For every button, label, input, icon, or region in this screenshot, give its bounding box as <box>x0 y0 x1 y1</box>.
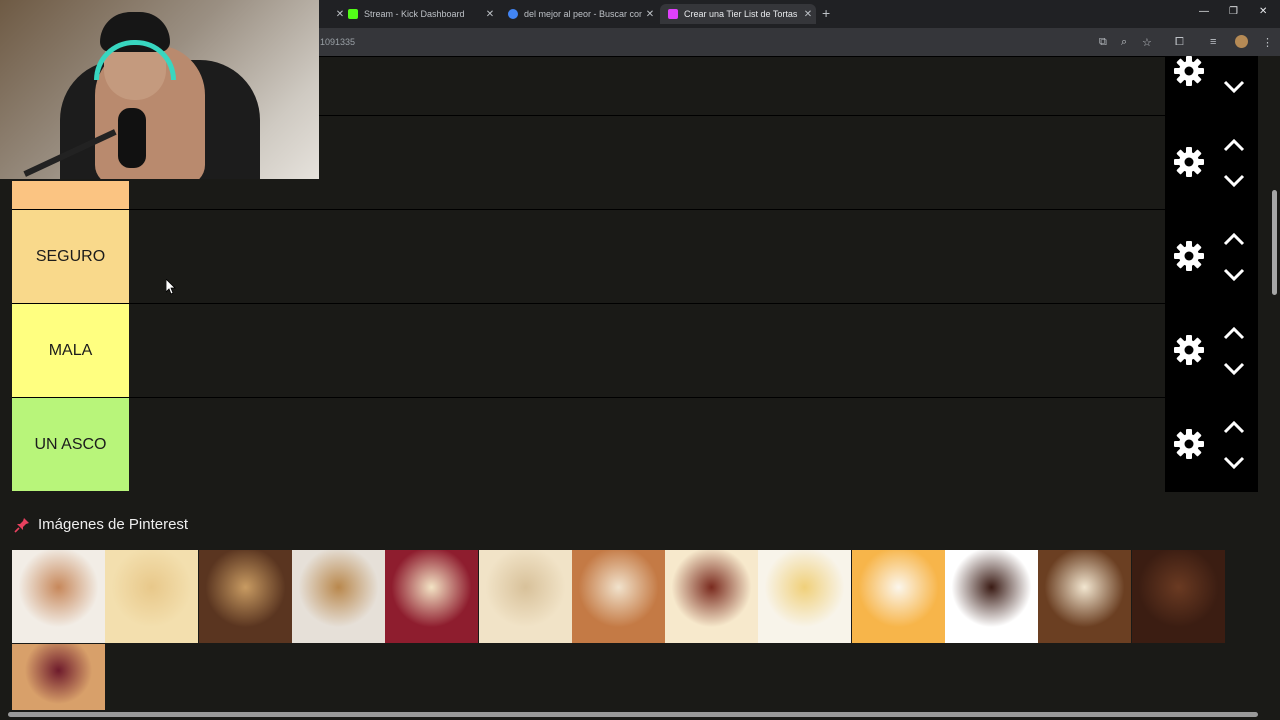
pinterest-image-black-forest-cake[interactable] <box>945 550 1038 643</box>
new-tab-button[interactable]: + <box>822 5 830 21</box>
gear-icon[interactable] <box>1173 240 1205 272</box>
chevron-down-icon[interactable] <box>1223 80 1245 94</box>
close-icon[interactable]: ✕ <box>482 9 498 20</box>
pinterest-image-gateau-decorated-cake[interactable] <box>571 550 665 643</box>
vertical-scroll-thumb[interactable] <box>1272 190 1277 295</box>
tier-dropzone[interactable] <box>130 398 1165 491</box>
pinterest-title: Imágenes de Pinterest <box>38 516 189 533</box>
tab-kick-dashboard[interactable]: Stream - Kick Dashboard ✕ <box>340 4 498 24</box>
tier-label-un-asco[interactable]: UN ASCO <box>12 398 129 491</box>
microphone-icon <box>118 108 146 168</box>
profile-avatar[interactable] <box>1235 35 1248 48</box>
tab-close-prev[interactable]: ✕ <box>324 4 344 24</box>
close-window-button[interactable]: ✕ <box>1259 6 1267 17</box>
webcam-overlay <box>0 0 319 179</box>
chevron-down-icon[interactable] <box>1223 362 1245 376</box>
tier-label-seguro[interactable]: SEGURO <box>12 210 129 303</box>
pinterest-image-mousse-slice[interactable] <box>665 550 759 643</box>
horizontal-scrollbar[interactable] <box>8 712 1258 717</box>
zoom-icon[interactable]: ⌕ <box>1121 36 1127 49</box>
tier-row-seguro: SEGURO <box>12 209 1165 303</box>
google-favicon-icon <box>508 9 518 19</box>
close-icon[interactable]: ✕ <box>800 9 816 20</box>
pinterest-image-powdered-sponge-cake[interactable] <box>478 550 572 643</box>
kick-favicon-icon <box>348 9 358 19</box>
chevron-down-icon[interactable] <box>1223 456 1245 470</box>
chevron-down-icon[interactable] <box>1223 174 1245 188</box>
pinterest-image-merengue-crepe-cake[interactable] <box>12 550 105 643</box>
vertical-scrollbar[interactable] <box>1270 56 1280 712</box>
media-control-icon[interactable]: ≡ <box>1210 36 1216 48</box>
tier-label[interactable] <box>12 181 129 209</box>
pinterest-header: Imágenes de Pinterest <box>14 516 188 533</box>
mouse-cursor-icon <box>166 279 176 295</box>
pin-icon <box>14 517 29 533</box>
screen: ✕ Stream - Kick Dashboard ✕ del mejor al… <box>0 0 1280 720</box>
gear-icon[interactable] <box>1173 146 1205 178</box>
menu-icon[interactable]: ⋮ <box>1262 36 1273 49</box>
gear-icon[interactable] <box>1173 428 1205 460</box>
translate-icon[interactable]: ⧉ <box>1099 36 1107 49</box>
close-icon[interactable]: ✕ <box>642 9 658 20</box>
pinterest-image-peach-cream-cake[interactable] <box>851 550 945 643</box>
bookmark-star-icon[interactable]: ☆ <box>1142 36 1152 49</box>
tier-dropzone[interactable] <box>130 304 1165 397</box>
tab-google-search[interactable]: del mejor al peor - Buscar con G ✕ <box>500 4 658 24</box>
tier-label-mala[interactable]: MALA <box>12 304 129 397</box>
gear-icon[interactable] <box>1173 334 1205 366</box>
pinterest-image-vanilla-layer-cake[interactable] <box>105 550 199 643</box>
tier-dropzone[interactable] <box>130 210 1165 303</box>
chevron-up-icon[interactable] <box>1223 138 1245 152</box>
chevron-down-icon[interactable] <box>1223 268 1245 282</box>
chevron-up-icon[interactable] <box>1223 420 1245 434</box>
chevron-up-icon[interactable] <box>1223 232 1245 246</box>
pinterest-image-chocolate-layer-cake[interactable] <box>198 550 292 643</box>
extensions-icon[interactable]: ⧠ <box>1175 36 1184 49</box>
tiermaker-favicon-icon <box>668 9 678 19</box>
pinterest-image-berry-cheesecake[interactable] <box>385 550 479 643</box>
minimize-button[interactable]: — <box>1199 6 1209 17</box>
pinterest-image-lattice-caramel-cake[interactable] <box>291 550 385 643</box>
pinterest-image-cherry-lattice-pie[interactable] <box>12 644 105 710</box>
url-text[interactable]: 1091335 <box>320 37 355 47</box>
pinterest-image-chocolate-fudge-slice[interactable] <box>1131 550 1225 643</box>
tier-controls <box>1165 56 1258 492</box>
pinterest-image-lemon-meringue-pie[interactable] <box>758 550 852 643</box>
pinterest-image-tiramisu[interactable] <box>1038 550 1132 643</box>
tab-tier-list[interactable]: Crear una Tier List de Tortas bie ✕ <box>660 4 816 24</box>
maximize-button[interactable]: ❐ <box>1229 6 1238 17</box>
chevron-up-icon[interactable] <box>1223 326 1245 340</box>
tier-row-mala: MALA <box>12 303 1165 397</box>
tier-row-un-asco: UN ASCO <box>12 397 1165 491</box>
gear-icon[interactable] <box>1173 55 1205 87</box>
